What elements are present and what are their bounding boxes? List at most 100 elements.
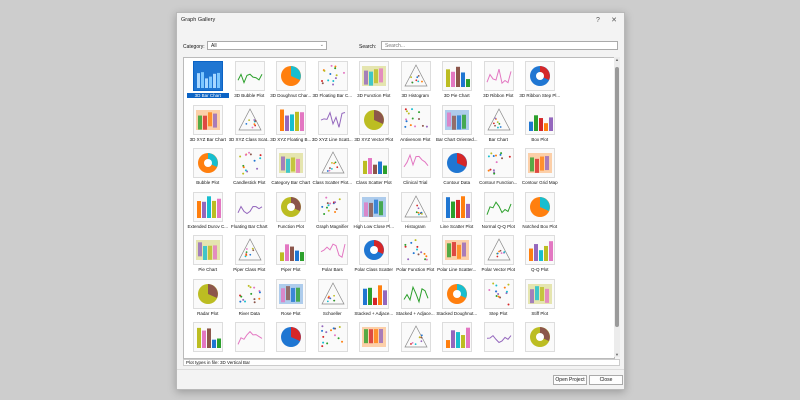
gallery-item-label: Schoeller [322, 310, 342, 316]
gallery-item[interactable]: Function Plot [270, 191, 312, 235]
ternary-c-icon [483, 322, 514, 352]
gallery-item-label: Polar Function Plot [396, 267, 435, 272]
gallery-item[interactable] [395, 321, 437, 358]
xyzvector-icon [359, 104, 389, 135]
gallery-item[interactable]: Piper Class Plot [229, 234, 271, 278]
floatbar3d-icon [317, 61, 348, 91]
gallery-item[interactable]: Box Plot [519, 104, 561, 148]
gallery-item-label: River Data [238, 310, 260, 316]
gallery-item-label: 3D Bubble Plot [234, 93, 265, 98]
river-icon [234, 278, 265, 309]
scroll-up-icon[interactable]: ▲ [614, 57, 620, 62]
gallery-item[interactable]: 3D Doughnut Char... [270, 60, 312, 104]
gallery-item[interactable]: Class Scatter Plot [353, 147, 395, 191]
surface3d-icon [359, 61, 389, 91]
gallery-item[interactable]: Antivenom Plot [395, 104, 437, 148]
gallery-item[interactable] [312, 321, 354, 358]
scrollbar-thumb[interactable] [615, 67, 619, 327]
gallery-item[interactable]: Polar Function Plot [395, 234, 437, 278]
gallery-item[interactable]: Graph Magnifier [312, 191, 354, 235]
gallery-item[interactable]: Stacked Doughnut... [436, 278, 478, 322]
gallery-item-label: Rose Plot [280, 310, 301, 316]
gallery-item[interactable]: 3D Function Plot [353, 60, 395, 104]
gallery-item[interactable]: Category Bar Chart [270, 147, 312, 191]
gallery-item[interactable]: 3D Histogram [395, 60, 437, 104]
gallery-item[interactable]: Piper Plot [270, 234, 312, 278]
gallery-item[interactable]: Bar Chart Oriented... [436, 104, 478, 148]
gallery-item[interactable]: Contour Function... [478, 147, 520, 191]
divider [177, 369, 624, 370]
gallery-item[interactable]: Bar Chart [478, 104, 520, 148]
gallery-item[interactable]: Radar Plot [187, 278, 229, 322]
category-select[interactable]: All ⌄ [207, 41, 327, 50]
gallery-item[interactable]: Normal Q-Q Plot [478, 191, 520, 235]
stiff-icon [525, 278, 555, 309]
gallery-item[interactable] [436, 321, 478, 358]
gallery-item[interactable]: Contour Data [436, 147, 478, 191]
gallery-item[interactable]: 3D XYZ Bar Chart [187, 104, 229, 148]
gallery-item[interactable]: Extended Durov C... [187, 191, 229, 235]
gallery-item[interactable]: Notched Box Plot [519, 191, 561, 235]
gallery-item-label: Polar Bars [321, 267, 343, 272]
gallery-item[interactable]: Clinical Trial [395, 147, 437, 191]
histogram3d-icon [400, 61, 431, 91]
gallery-item[interactable]: Q-Q Plot [519, 234, 561, 278]
gallery-item[interactable] [229, 321, 271, 358]
gallery-item[interactable]: Step Plot [478, 278, 520, 322]
gallery-item[interactable]: Candlestick Plot [229, 147, 271, 191]
radar-icon [193, 278, 223, 309]
gallery-item[interactable]: 3D XYZ Floating B... [270, 104, 312, 148]
gallery-item[interactable]: 3D XYZ Class Scat... [229, 104, 270, 148]
classscatter2-icon [359, 148, 389, 178]
gallery-item[interactable]: Stacked + Adjace... [353, 278, 395, 322]
gallery-item[interactable]: Floating Bar Chart [229, 191, 271, 235]
gallery-item[interactable]: Schoeller [312, 278, 354, 322]
gallery-item[interactable]: Polar Bars [312, 234, 354, 278]
gallery-item [561, 147, 603, 191]
gallery-item[interactable]: Histogram [395, 191, 437, 235]
scroll-down-icon[interactable]: ▼ [614, 352, 620, 357]
gallery-item[interactable]: Rose Plot [270, 278, 312, 322]
gallery-item[interactable]: 3D Pie Chart [436, 60, 478, 104]
gallery-item[interactable]: 3D Floating Bar C... [312, 60, 354, 104]
gallery-item[interactable]: Class Scatter Plot... [312, 147, 354, 191]
gallery-item[interactable]: 3D Bar Chart [187, 60, 229, 104]
gallery-item-label: Bar Chart Oriented... [436, 136, 478, 142]
gallery-item[interactable]: 3D Ribbon Plot [478, 60, 520, 104]
close-icon[interactable]: ✕ [607, 15, 621, 27]
gallery-item-label: 3D Doughnut Char... [270, 93, 312, 98]
gallery-item [561, 321, 603, 358]
vertical-scrollbar[interactable]: ▲ ▼ [614, 57, 620, 357]
gallery-item[interactable]: High Low Close Pl... [353, 191, 395, 235]
open-project-button[interactable]: Open Project [553, 375, 587, 385]
help-icon[interactable]: ? [591, 15, 605, 27]
gallery-item[interactable]: 3D XYZ Line Scatt... [312, 104, 354, 148]
gallery-item[interactable]: Polar Line Scatter... [436, 234, 478, 278]
gallery-item[interactable] [519, 321, 561, 358]
gallery-item-label: Q-Q Plot [530, 267, 549, 272]
search-input[interactable]: Search... [381, 41, 618, 50]
gallery-item[interactable] [353, 321, 395, 358]
bars3d-icon [193, 61, 223, 91]
wind-icon [525, 322, 555, 352]
gallery-item[interactable]: Pie Chart [187, 234, 229, 278]
gallery-item [561, 278, 603, 322]
gallery-item-label: Category Bar Chart [271, 180, 311, 185]
gallery-item[interactable]: River Data [229, 278, 271, 322]
gallery-item[interactable]: Stacked + Adjace... [395, 278, 437, 322]
gallery-item[interactable]: Polar Vector Plot [478, 234, 520, 278]
gallery-item[interactable] [187, 321, 229, 358]
gallery-item[interactable] [478, 321, 520, 358]
gallery-item[interactable]: Bubble Plot [187, 147, 229, 191]
gallery-item[interactable]: 3D XYZ Vector Plot [353, 104, 395, 148]
gallery-item[interactable]: Line Scatter Plot [436, 191, 478, 235]
gallery-item[interactable]: Stiff Plot [519, 278, 561, 322]
gallery-list[interactable]: 3D Bar Chart 3D Bubble Plot 3D Doughnut Ch… [183, 57, 615, 359]
gallery-item[interactable]: Contour Grid Map [519, 147, 561, 191]
gallery-item[interactable] [270, 321, 312, 358]
gallery-item[interactable]: 3D Bubble Plot [229, 60, 271, 104]
close-button[interactable]: Close [589, 375, 623, 385]
bubble-icon [193, 148, 223, 178]
gallery-item[interactable]: Polar Class Scatter [353, 234, 395, 278]
gallery-item[interactable]: 3D Ribbon Step Pl... [519, 60, 561, 104]
